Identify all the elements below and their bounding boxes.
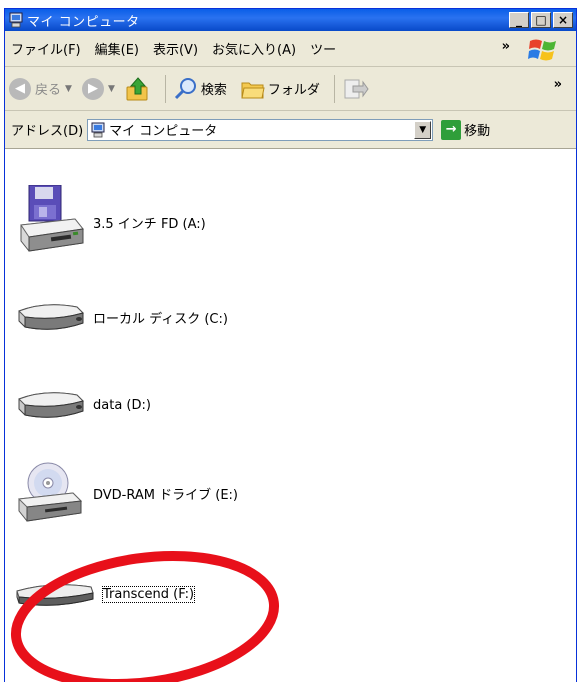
toolbar-overflow-chevron-icon[interactable]: » bbox=[554, 77, 562, 92]
drive-label-a: 3.5 インチ FD (A:) bbox=[93, 216, 206, 232]
menu-file[interactable]: ファイル(F) bbox=[11, 39, 81, 58]
drive-item-e[interactable]: DVD-RAM ドライブ (E:) bbox=[15, 461, 238, 525]
menu-favorites[interactable]: お気に入り(A) bbox=[212, 39, 296, 58]
drive-label-f: Transcend (F:) bbox=[101, 585, 196, 603]
back-button[interactable]: ◀ 戻る ▼ bbox=[9, 77, 76, 100]
dvd-drive-icon bbox=[17, 462, 83, 522]
address-dropdown-icon[interactable]: ▼ bbox=[414, 120, 432, 139]
move-to-button[interactable] bbox=[343, 77, 369, 101]
search-icon bbox=[174, 77, 196, 99]
explorer-window: マイ コンピュータ _ □ × ファイル(F) 編集(E) 表示(V) お気に入… bbox=[4, 8, 577, 682]
my-computer-icon bbox=[91, 122, 105, 137]
move-to-folder-icon bbox=[344, 79, 369, 98]
floppy-drive-icon bbox=[20, 185, 84, 252]
my-computer-icon bbox=[9, 12, 23, 28]
folders-icon bbox=[241, 82, 265, 98]
title-bar[interactable]: マイ コンピュータ _ □ × bbox=[5, 9, 576, 31]
removable-disk-icon bbox=[16, 584, 94, 606]
forward-button[interactable]: ▶ ▼ bbox=[81, 77, 119, 100]
drive-item-d[interactable]: data (D:) bbox=[15, 387, 151, 423]
menu-overflow-chevron-icon[interactable]: » bbox=[502, 39, 510, 54]
drive-list: 3.5 インチ FD (A:) ローカル ディスク (C:) data (D:) bbox=[5, 149, 576, 682]
up-folder-icon bbox=[126, 76, 148, 100]
menu-edit[interactable]: 編集(E) bbox=[95, 39, 139, 58]
folders-button[interactable]: フォルダ bbox=[241, 78, 320, 100]
hard-disk-icon bbox=[18, 304, 84, 330]
forward-dropdown-icon[interactable]: ▼ bbox=[108, 84, 115, 94]
toolbar-separator bbox=[333, 74, 335, 103]
hard-disk-icon bbox=[18, 392, 84, 418]
back-arrow-icon: ◀ bbox=[9, 77, 31, 100]
drive-label-d: data (D:) bbox=[93, 397, 151, 413]
forward-arrow-icon: ▶ bbox=[81, 77, 104, 100]
folders-label: フォルダ bbox=[267, 83, 320, 98]
menu-bar: ファイル(F) 編集(E) 表示(V) お気に入り(A) ツー » bbox=[5, 31, 576, 67]
go-arrow-icon: → bbox=[441, 119, 462, 140]
drive-item-a[interactable]: 3.5 インチ FD (A:) bbox=[15, 185, 206, 259]
address-label: アドレス(D) bbox=[11, 124, 84, 139]
windows-logo-icon bbox=[528, 37, 558, 63]
search-label: 検索 bbox=[200, 83, 227, 98]
address-bar: アドレス(D) マイ コンピュータ ▼ → 移動 bbox=[5, 111, 576, 149]
go-button[interactable]: → 移動 bbox=[441, 119, 491, 140]
minimize-button[interactable]: _ bbox=[509, 12, 529, 28]
close-button[interactable]: × bbox=[553, 12, 573, 28]
standard-toolbar: ◀ 戻る ▼ ▶ ▼ 検索 フォルダ » bbox=[5, 67, 576, 111]
drive-item-f[interactable]: Transcend (F:) bbox=[15, 577, 196, 611]
back-label: 戻る bbox=[35, 83, 62, 98]
back-dropdown-icon[interactable]: ▼ bbox=[65, 84, 72, 94]
search-button[interactable]: 検索 bbox=[174, 77, 227, 101]
menu-tools[interactable]: ツー bbox=[310, 39, 336, 58]
address-value: マイ コンピュータ bbox=[109, 124, 218, 139]
drive-label-e: DVD-RAM ドライブ (E:) bbox=[93, 487, 238, 503]
drive-item-c[interactable]: ローカル ディスク (C:) bbox=[15, 299, 228, 335]
toolbar-separator bbox=[164, 74, 166, 103]
up-folder-button[interactable] bbox=[125, 76, 151, 102]
menu-view[interactable]: 表示(V) bbox=[153, 39, 198, 58]
address-input[interactable]: マイ コンピュータ ▼ bbox=[87, 118, 434, 141]
window-title: マイ コンピュータ bbox=[27, 14, 140, 30]
drive-label-c: ローカル ディスク (C:) bbox=[93, 311, 228, 327]
maximize-button[interactable]: □ bbox=[531, 12, 551, 28]
go-label: 移動 bbox=[464, 124, 491, 139]
